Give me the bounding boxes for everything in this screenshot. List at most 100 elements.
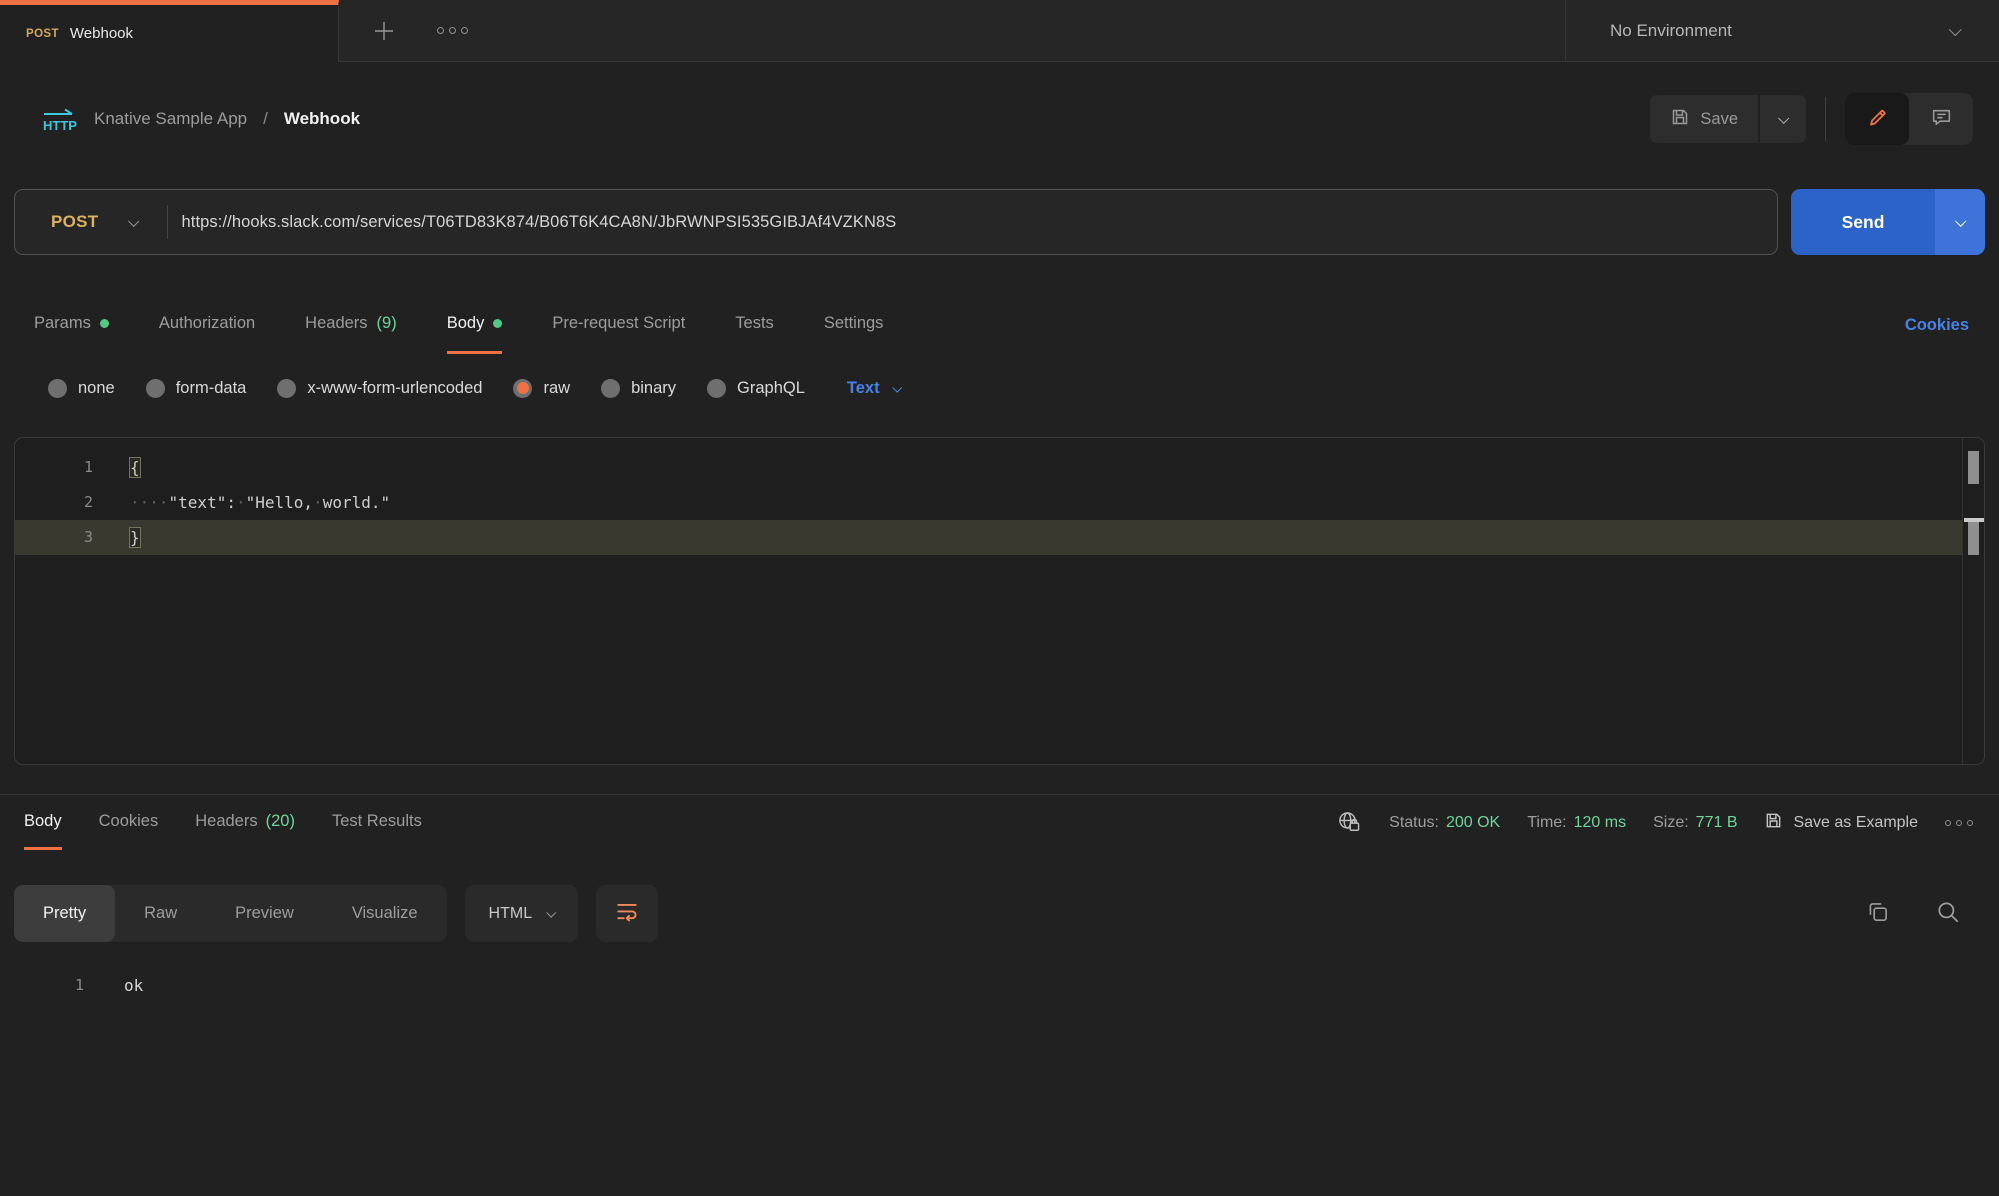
whitespace-dot: ·	[236, 493, 246, 512]
environment-value: No Environment	[1610, 21, 1732, 41]
copy-response-button[interactable]	[1865, 899, 1891, 928]
send-button-group: Send	[1791, 189, 1985, 255]
radio-raw-label: raw	[543, 379, 570, 398]
scrollbar-mark	[1968, 522, 1979, 555]
radio-binary-label: binary	[631, 379, 676, 398]
http-method-icon: HTTP	[40, 106, 78, 133]
method-value: POST	[51, 212, 99, 232]
tab-params-label: Params	[34, 314, 91, 333]
send-button[interactable]: Send	[1791, 189, 1935, 255]
request-body-editor[interactable]: 1 { 2 ····"text":·"Hello,·world." 3 }	[14, 437, 1985, 765]
radio-none[interactable]: none	[48, 379, 115, 398]
radio-icon	[48, 379, 67, 398]
save-as-example-label: Save as Example	[1793, 814, 1918, 832]
save-as-example-button[interactable]: Save as Example	[1764, 811, 1918, 835]
whitespace-dot: ·	[313, 493, 323, 512]
chevron-down-icon	[1949, 23, 1962, 36]
request-header: HTTP Knative Sample App / Webhook Save	[0, 62, 1999, 176]
view-mode-pretty[interactable]: Pretty	[14, 885, 115, 942]
open-brace: {	[130, 458, 140, 477]
size-value: 771 B	[1696, 814, 1738, 832]
response-format-value: HTML	[489, 905, 533, 923]
url-input[interactable]: https://hooks.slack.com/services/T06TD83…	[168, 213, 1778, 232]
tab-body[interactable]: Body	[447, 296, 503, 354]
radio-binary[interactable]: binary	[601, 379, 676, 398]
network-info-button[interactable]	[1337, 810, 1362, 836]
comment-icon	[1930, 106, 1953, 132]
save-button[interactable]: Save	[1650, 95, 1758, 143]
response-headers-count-badge: (20)	[266, 812, 295, 831]
size-indicator: Size: 771 B	[1653, 814, 1737, 832]
tab-title: Webhook	[70, 25, 133, 42]
svg-text:HTTP: HTTP	[43, 118, 77, 133]
chevron-down-icon	[1778, 113, 1789, 124]
response-tab-body[interactable]: Body	[24, 795, 62, 850]
tab-headers[interactable]: Headers (9)	[305, 296, 397, 354]
tab-params[interactable]: Params	[34, 296, 109, 354]
environment-selector[interactable]: No Environment	[1565, 0, 1999, 61]
response-section: Body Cookies Headers (20) Test Results	[0, 794, 1999, 1003]
tab-authorization[interactable]: Authorization	[159, 296, 255, 354]
response-options-button[interactable]	[1945, 820, 1973, 826]
params-active-dot	[100, 319, 109, 328]
response-tab-cookies[interactable]: Cookies	[99, 795, 159, 850]
raw-language-selector[interactable]: Text	[847, 379, 900, 398]
method-selector[interactable]: POST	[15, 212, 167, 232]
tab-pre-request-label: Pre-request Script	[552, 314, 685, 333]
response-text: ok	[84, 968, 143, 1003]
tab-settings-label: Settings	[824, 314, 884, 333]
more-options-icon	[1945, 820, 1973, 826]
radio-icon	[146, 379, 165, 398]
radio-x-www-form-urlencoded[interactable]: x-www-form-urlencoded	[277, 379, 482, 398]
tab-tests[interactable]: Tests	[735, 296, 774, 354]
edit-button[interactable]	[1845, 93, 1909, 145]
tab-pre-request-script[interactable]: Pre-request Script	[552, 296, 685, 354]
search-response-button[interactable]	[1935, 899, 1961, 928]
response-tab-headers-label: Headers	[195, 812, 257, 831]
tab-method-badge: POST	[26, 28, 59, 40]
request-tab-webhook[interactable]: POST Webhook	[0, 0, 339, 62]
view-mode-raw[interactable]: Raw	[115, 885, 206, 942]
radio-raw[interactable]: raw	[513, 379, 570, 398]
tab-body-label: Body	[447, 314, 485, 333]
tab-headers-label: Headers	[305, 314, 367, 333]
radio-form-data[interactable]: form-data	[146, 379, 247, 398]
comment-button[interactable]	[1909, 93, 1973, 145]
editor-line-1: 1 {	[15, 450, 1984, 485]
response-tabs: Body Cookies Headers (20) Test Results	[0, 795, 1999, 850]
chevron-down-icon	[892, 382, 902, 392]
chevron-down-icon	[546, 908, 556, 918]
view-mode-preview[interactable]: Preview	[206, 885, 323, 942]
send-options-button[interactable]	[1935, 189, 1985, 255]
radio-selected-icon	[513, 379, 532, 398]
raw-language-value: Text	[847, 379, 880, 398]
editor-scrollbar[interactable]	[1962, 438, 1984, 764]
radio-icon	[601, 379, 620, 398]
breadcrumb-request-name[interactable]: Webhook	[284, 109, 360, 129]
response-tab-test-results[interactable]: Test Results	[332, 795, 422, 850]
save-options-button[interactable]	[1760, 95, 1806, 143]
plus-icon	[371, 18, 397, 44]
search-icon	[1935, 899, 1961, 928]
pencil-icon	[1866, 107, 1888, 132]
view-mode-switcher: Pretty Raw Preview Visualize	[14, 885, 447, 942]
cookies-link[interactable]: Cookies	[1905, 316, 1969, 335]
response-tab-body-label: Body	[24, 812, 62, 831]
tab-settings[interactable]: Settings	[824, 296, 884, 354]
chevron-down-icon	[128, 216, 139, 227]
response-format-selector[interactable]: HTML	[465, 885, 579, 942]
response-tab-headers[interactable]: Headers (20)	[195, 795, 295, 850]
status-value: 200 OK	[1446, 814, 1500, 832]
wrap-lines-button[interactable]	[596, 885, 658, 942]
tab-options-button[interactable]	[437, 27, 468, 34]
request-url-row: POST https://hooks.slack.com/services/T0…	[14, 189, 1985, 255]
view-mode-visualize[interactable]: Visualize	[323, 885, 447, 942]
status-indicator: Status: 200 OK	[1389, 814, 1500, 832]
new-tab-button[interactable]	[371, 18, 397, 44]
tab-tests-label: Tests	[735, 314, 774, 333]
radio-graphql[interactable]: GraphQL	[707, 379, 805, 398]
json-key: "text":	[169, 493, 236, 512]
url-box: POST https://hooks.slack.com/services/T0…	[14, 189, 1778, 255]
breadcrumb-collection[interactable]: Knative Sample App	[94, 109, 247, 129]
whitespace-dots: ····	[130, 493, 169, 512]
